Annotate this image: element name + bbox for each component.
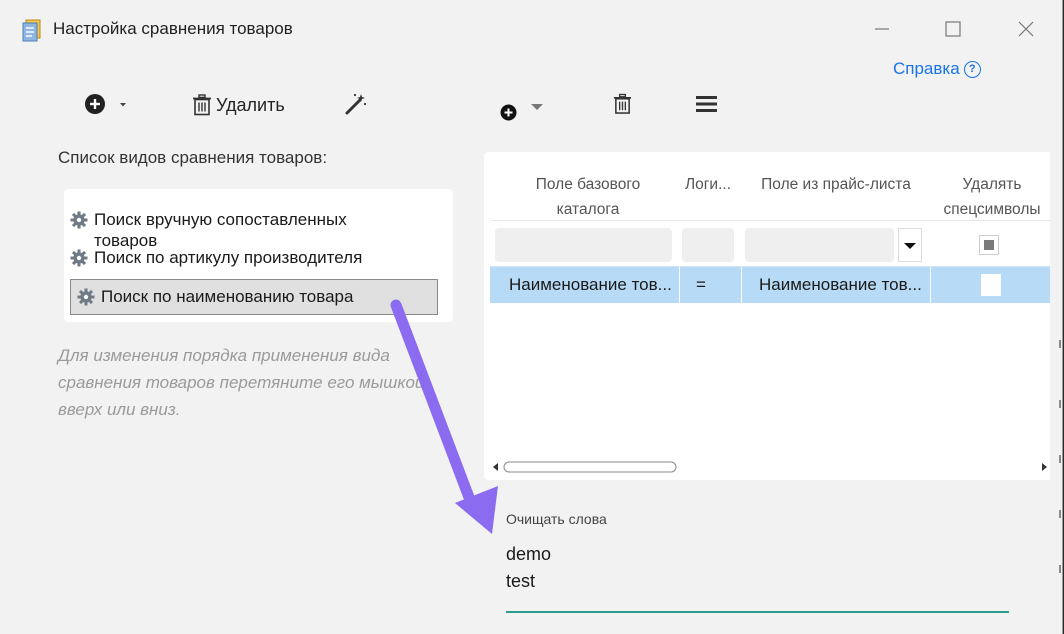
- column-header-price-field[interactable]: Поле из прайс-листа: [746, 172, 926, 197]
- add-rule-button[interactable]: [500, 98, 545, 121]
- delete-label: Удалить: [216, 94, 285, 115]
- clear-words-underline: [506, 611, 1009, 613]
- table-row[interactable]: Наименование тов... = Наименование тов..…: [490, 266, 1050, 303]
- list-item[interactable]: Поиск по артикулу производителя: [70, 247, 438, 268]
- maximize-icon[interactable]: [938, 14, 968, 44]
- magic-wand-button[interactable]: [344, 92, 368, 116]
- column-header-logic[interactable]: Логи...: [680, 172, 736, 197]
- list-item[interactable]: Поиск вручную сопоставленных товаров: [70, 209, 438, 251]
- delete-comparison-button[interactable]: Удалить: [192, 94, 285, 116]
- scroll-left-icon: [493, 463, 498, 471]
- column-header-base-field[interactable]: Поле базового каталога: [504, 172, 672, 222]
- hint-line: вверх или вниз.: [58, 400, 181, 419]
- header-line: каталога: [556, 201, 620, 218]
- gear-icon: [77, 288, 95, 306]
- scroll-thumb: [503, 461, 677, 473]
- window-title: Настройка сравнения товаров: [53, 19, 293, 38]
- help-circle-icon: ?: [963, 60, 981, 78]
- cell-price-field[interactable]: Наименование тов...: [759, 267, 929, 303]
- column-divider: [930, 267, 931, 303]
- chevron-down-icon: [904, 243, 916, 249]
- list-caption: Список видов сравнения товаров:: [58, 148, 328, 167]
- app-document-icon: [22, 19, 41, 42]
- scroll-right-icon: [1042, 463, 1047, 471]
- filter-remove-special-checkbox[interactable]: [979, 235, 999, 255]
- help-label: Справка: [893, 59, 960, 78]
- list-item-label: Поиск по наименованию товара: [101, 287, 354, 306]
- header-line: Поле из прайс-листа: [761, 176, 911, 193]
- caret-down-icon: [531, 103, 543, 110]
- help-link[interactable]: Справка ?: [893, 59, 981, 79]
- plus-circle-icon: [500, 104, 517, 121]
- horizontal-scrollbar[interactable]: [492, 460, 1048, 474]
- list-item-label: Поиск по артикулу производителя: [94, 248, 363, 267]
- caret-down-icon: [120, 103, 126, 107]
- column-divider: [679, 267, 680, 303]
- clear-words-label: Очищать слова: [506, 511, 607, 527]
- filter-price-field[interactable]: [745, 228, 894, 262]
- menu-button[interactable]: [695, 94, 718, 114]
- filter-base-field[interactable]: [495, 228, 672, 262]
- hint-line: Для изменения порядка применения вида: [58, 346, 390, 365]
- column-divider: [741, 267, 742, 303]
- column-header-remove-special[interactable]: Удалять спецсимволы: [934, 172, 1050, 222]
- reorder-hint: Для изменения порядка применения вида ср…: [58, 342, 438, 423]
- trash-icon: [193, 94, 211, 116]
- header-line: Логи...: [684, 176, 732, 193]
- title-bar: Настройка сравнения товаров: [0, 0, 1062, 58]
- plus-circle-icon: [85, 94, 105, 114]
- trash-icon: [613, 93, 632, 114]
- list-item-label: Поиск вручную сопоставленных: [94, 210, 347, 229]
- cell-logic[interactable]: =: [696, 267, 736, 303]
- add-comparison-button[interactable]: [84, 93, 130, 115]
- comparison-list: Поиск вручную сопоставленных товаров Пои…: [64, 189, 453, 322]
- delete-rule-button[interactable]: [613, 93, 632, 115]
- indeterminate-mark: [984, 240, 994, 250]
- filter-logic[interactable]: [682, 228, 734, 262]
- gear-icon: [70, 211, 88, 229]
- header-line: Удалять: [962, 176, 1022, 193]
- clear-word-line: test: [506, 571, 536, 591]
- rules-grid: Поле базового каталога Логи... Поле из п…: [484, 152, 1050, 480]
- clear-words-textarea[interactable]: demo test: [506, 541, 551, 595]
- magic-wand-icon: [345, 93, 367, 115]
- minimize-icon[interactable]: [867, 14, 897, 44]
- filter-dropdown-button[interactable]: [898, 228, 922, 262]
- close-icon[interactable]: [1011, 14, 1041, 44]
- header-line: спецсимволы: [943, 201, 1041, 218]
- gear-icon: [70, 249, 88, 267]
- clear-word-line: demo: [506, 544, 552, 564]
- hamburger-menu-icon: [696, 96, 717, 112]
- right-edge-marks: [1059, 340, 1061, 573]
- header-divider: [490, 220, 1050, 221]
- header-line: Поле базового: [535, 176, 641, 193]
- list-item-selected[interactable]: Поиск по наименованию товара: [70, 279, 438, 315]
- settings-window: Настройка сравнения товаров Справка ? Уд…: [0, 0, 1063, 634]
- cell-base-field[interactable]: Наименование тов...: [509, 267, 679, 303]
- hint-line: сравнения товаров перетяните его мышкой: [58, 373, 425, 392]
- remove-special-checkbox[interactable]: [981, 274, 1001, 296]
